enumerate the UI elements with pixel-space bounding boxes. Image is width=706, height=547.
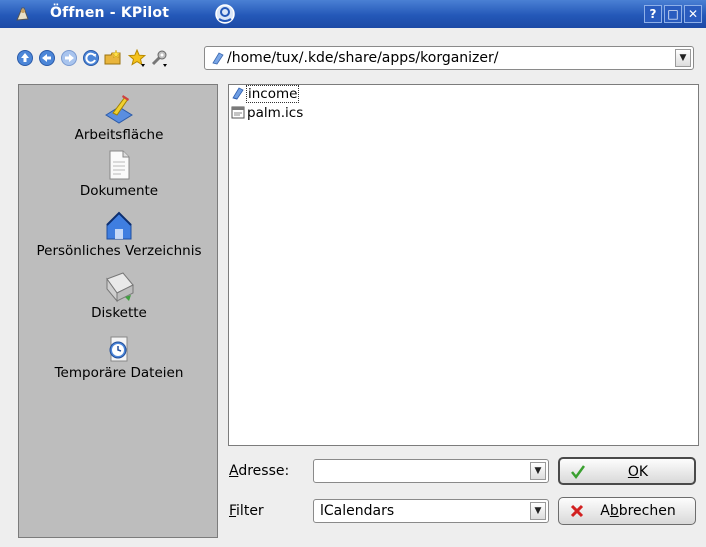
place-temp[interactable]: Temporäre Dateien: [19, 331, 219, 381]
place-label-desktop: Arbeitsfläche: [74, 127, 164, 143]
ok-button[interactable]: OK: [558, 457, 696, 485]
path-combobox[interactable]: /home/tux/.kde/share/apps/korganizer/ ▼: [204, 46, 694, 70]
home-icon: [103, 209, 135, 241]
address-field[interactable]: ▼: [313, 459, 549, 483]
cancel-button[interactable]: Abbrechen: [558, 497, 696, 525]
file-name: palm.ics: [247, 105, 304, 121]
bookmark-icon[interactable]: [128, 49, 146, 67]
place-documents[interactable]: Dokumente: [19, 149, 219, 199]
place-desktop[interactable]: Arbeitsfläche: [19, 93, 219, 143]
place-label-temp: Temporäre Dateien: [54, 365, 184, 381]
address-label: Adresse:: [229, 463, 290, 479]
file-name: income: [245, 85, 300, 103]
sticky-pin-icon[interactable]: [214, 3, 236, 25]
window-title: Öffnen - KPilot: [50, 5, 170, 21]
reload-icon[interactable]: [82, 49, 100, 67]
filter-field[interactable]: lCalendars ▼: [313, 499, 549, 523]
maximize-button[interactable]: □: [664, 5, 682, 23]
help-button[interactable]: ?: [644, 5, 662, 23]
path-dropdown-arrow[interactable]: ▼: [675, 49, 691, 67]
new-folder-icon[interactable]: [104, 49, 122, 67]
forward-icon[interactable]: [60, 49, 78, 67]
cancel-label: Abbrechen: [600, 503, 676, 519]
folder-path-icon: [211, 51, 225, 65]
place-floppy[interactable]: Diskette: [19, 271, 219, 321]
place-label-floppy: Diskette: [91, 305, 147, 321]
place-label-documents: Dokumente: [79, 183, 159, 199]
file-item-income[interactable]: income: [231, 85, 300, 103]
floppy-icon: [103, 271, 135, 303]
toolbar: /home/tux/.kde/share/apps/korganizer/ ▼: [8, 40, 698, 76]
file-item-palm[interactable]: palm.ics: [231, 105, 303, 122]
filter-value[interactable]: lCalendars: [320, 503, 394, 519]
path-text[interactable]: /home/tux/.kde/share/apps/korganizer/: [227, 50, 499, 66]
places-sidebar: Arbeitsfläche Dokumente Persönliches Ver…: [18, 84, 218, 538]
up-icon[interactable]: [16, 49, 34, 67]
title-bar[interactable]: Öffnen - KPilot ? □ ✕: [0, 0, 706, 28]
close-button[interactable]: ✕: [684, 5, 702, 23]
desktop-icon: [103, 93, 135, 125]
place-home[interactable]: Persönliches Verzeichnis: [19, 209, 219, 259]
filter-label: Filter: [229, 503, 264, 519]
documents-icon: [103, 149, 135, 181]
filter-dropdown-arrow[interactable]: ▼: [530, 502, 546, 520]
file-list[interactable]: income palm.ics: [228, 84, 699, 446]
temp-folder-icon: [103, 331, 135, 363]
back-icon[interactable]: [38, 49, 56, 67]
folder-link-icon: [231, 86, 245, 100]
address-dropdown-arrow[interactable]: ▼: [530, 462, 546, 480]
ok-label: OK: [627, 464, 649, 480]
kpilot-app-icon: [14, 5, 32, 23]
configure-icon[interactable]: [150, 49, 168, 67]
place-label-home: Persönliches Verzeichnis: [36, 243, 202, 259]
calendar-file-icon: [231, 105, 245, 119]
